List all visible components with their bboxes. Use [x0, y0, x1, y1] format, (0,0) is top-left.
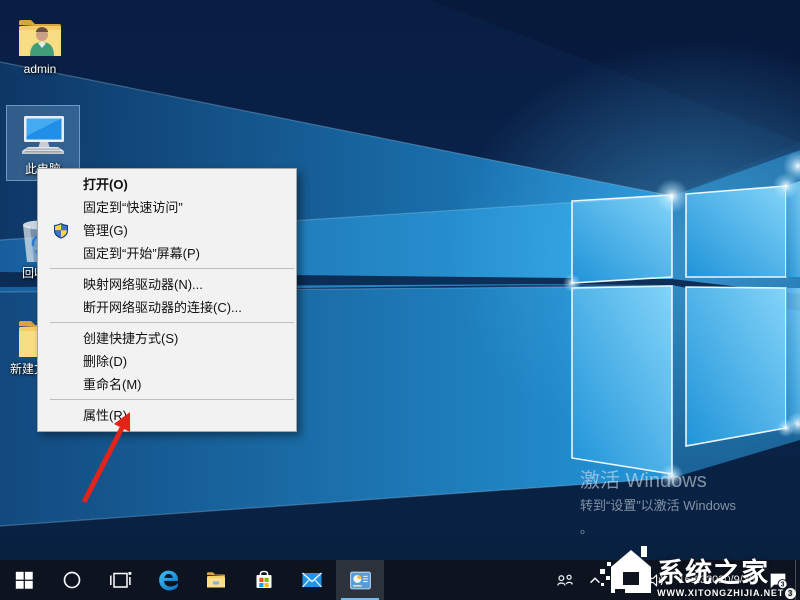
taskbar: 16:13 2020/9/30 3	[0, 560, 800, 600]
desktop-icon-admin[interactable]: admin	[8, 12, 72, 76]
search-button[interactable]	[48, 560, 96, 600]
action-center-button[interactable]: 3	[761, 560, 795, 600]
volume-button[interactable]	[641, 560, 673, 600]
menu-separator	[50, 322, 294, 323]
chevron-up-icon	[587, 572, 603, 588]
taskbar-clock[interactable]: 16:13 2020/9/30	[673, 560, 761, 600]
menu-item-map-network-drive[interactable]: 映射网络驱动器(N)...	[38, 273, 296, 296]
menu-item-manage[interactable]: 管理(G)	[38, 219, 296, 242]
user-folder-icon	[8, 12, 72, 60]
file-explorer-icon	[204, 568, 228, 592]
svg-text:3: 3	[781, 581, 785, 588]
start-button[interactable]	[0, 560, 48, 600]
computer-icon	[7, 112, 79, 160]
network-button[interactable]	[609, 560, 641, 600]
tray-overflow-button[interactable]	[581, 560, 609, 600]
network-icon	[615, 570, 635, 590]
system-tool-button[interactable]	[336, 560, 384, 600]
mail-icon	[300, 568, 324, 592]
clock-date: 2020/9/30	[706, 574, 755, 587]
menu-item-create-shortcut[interactable]: 创建快捷方式(S)	[38, 327, 296, 350]
store-icon	[252, 568, 276, 592]
menu-item-disconnect-network-drive[interactable]: 断开网络驱动器的连接(C)...	[38, 296, 296, 319]
menu-separator	[50, 399, 294, 400]
activation-watermark: 激活 Windows 转到“设置”以激活 Windows 。	[580, 468, 736, 538]
store-button[interactable]	[240, 560, 288, 600]
activation-period: 。	[580, 520, 736, 538]
system-tray: 16:13 2020/9/30 3	[549, 560, 800, 600]
menu-item-properties[interactable]: 属性(R)	[38, 404, 296, 427]
cortana-circle-icon	[61, 569, 83, 591]
people-button[interactable]	[549, 560, 581, 600]
activation-title: 激活 Windows	[580, 468, 736, 494]
menu-item-pin-start[interactable]: 固定到“开始”屏幕(P)	[38, 242, 296, 265]
people-icon	[555, 570, 575, 590]
file-explorer-button[interactable]	[192, 560, 240, 600]
volume-icon	[647, 570, 667, 590]
windows-logo-icon	[14, 570, 34, 590]
menu-item-pin-quick-access[interactable]: 固定到“快速访问”	[38, 196, 296, 219]
task-view-icon	[108, 568, 132, 592]
mail-button[interactable]	[288, 560, 336, 600]
context-menu: 打开(O) 固定到“快速访问” 管理(G) 固定到“开始”屏幕(P) 映射网络驱…	[37, 168, 297, 432]
menu-separator	[50, 268, 294, 269]
menu-item-delete[interactable]: 删除(D)	[38, 350, 296, 373]
menu-item-rename[interactable]: 重命名(M)	[38, 373, 296, 396]
activation-subtitle: 转到“设置”以激活 Windows	[580, 496, 736, 516]
edge-icon	[156, 568, 181, 593]
show-desktop-button[interactable]	[795, 560, 800, 600]
system-tool-icon	[348, 568, 373, 593]
clock-time: 16:13	[679, 574, 707, 587]
menu-item-open[interactable]: 打开(O)	[38, 173, 296, 196]
action-center-icon: 3	[767, 569, 789, 591]
icon-label: admin	[8, 63, 72, 76]
edge-button[interactable]	[144, 560, 192, 600]
task-view-button[interactable]	[96, 560, 144, 600]
